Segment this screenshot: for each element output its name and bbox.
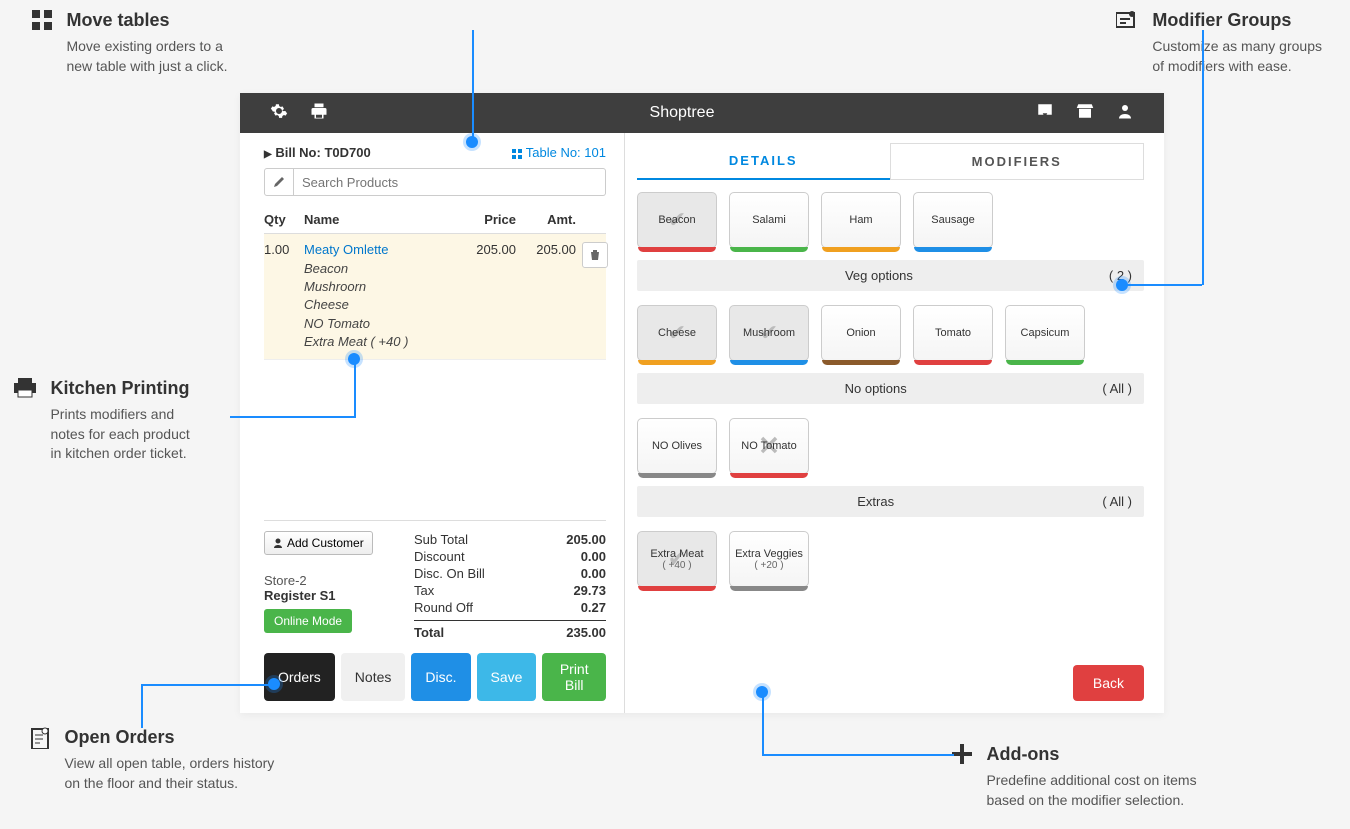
bill-number: ▶ Bill No: T0D700: [264, 145, 371, 160]
plus-icon: [952, 744, 972, 769]
print-icon[interactable]: [310, 102, 328, 125]
order-panel: ▶ Bill No: T0D700 Table No: 101 Qty Name…: [240, 133, 625, 713]
mod-group-meat: ✔Beacon Salami Ham Sausage: [637, 192, 1144, 248]
pos-app: Shoptree ▶ Bill No: T0D700 Table No: 101: [240, 93, 1164, 713]
register-name: Register S1: [264, 588, 394, 603]
totals: Sub Total205.00 Discount0.00 Disc. On Bi…: [414, 531, 606, 641]
mod-extra-meat[interactable]: ✔Extra Meat( +40 ): [637, 531, 717, 587]
callout-kitchen-printing: Kitchen Printing Prints modifiers andnot…: [14, 378, 190, 464]
mod-onion[interactable]: Onion: [821, 305, 901, 361]
edit-button[interactable]: [264, 168, 294, 196]
callout-move-tables: Move tables Move existing orders to anew…: [32, 10, 228, 76]
mod-salami[interactable]: Salami: [729, 192, 809, 248]
mod-ham[interactable]: Ham: [821, 192, 901, 248]
store-icon[interactable]: [1076, 102, 1094, 125]
order-row[interactable]: 1.00 Meaty Omlette Beacon Mushroorn Chee…: [264, 234, 606, 360]
notes-button[interactable]: Notes: [341, 653, 406, 701]
search-input[interactable]: [294, 168, 606, 196]
mod-cheese[interactable]: ✔Cheese: [637, 305, 717, 361]
mod-group-extras: ✔Extra Meat( +40 ) Extra Veggies( +20 ): [637, 531, 1144, 587]
callout-addons: Add-ons Predefine additional cost on ite…: [952, 744, 1197, 810]
tab-details[interactable]: DETAILS: [637, 143, 890, 180]
mod-group-veg: ✔Cheese ✔Mushroom Onion Tomato Capsicum: [637, 305, 1144, 361]
mod-sausage[interactable]: Sausage: [913, 192, 993, 248]
mod-extra-veggies[interactable]: Extra Veggies( +20 ): [729, 531, 809, 587]
callout-title: Modifier Groups: [1152, 10, 1322, 31]
user-icon[interactable]: [1116, 102, 1134, 125]
settings-icon[interactable]: [270, 102, 288, 125]
add-customer-button[interactable]: Add Customer: [264, 531, 373, 555]
mod-group-header-no: No options ( All ): [637, 373, 1144, 404]
callout-title: Add-ons: [986, 744, 1196, 765]
tab-modifiers[interactable]: MODIFIERS: [890, 143, 1145, 180]
mod-tomato[interactable]: Tomato: [913, 305, 993, 361]
modifier-icon: [1116, 10, 1138, 33]
document-icon: [30, 727, 50, 754]
callout-title: Open Orders: [64, 727, 274, 748]
delete-item-button[interactable]: [582, 242, 608, 268]
order-table-header: Qty Name Price Amt.: [264, 206, 606, 234]
callout-title: Kitchen Printing: [50, 378, 189, 399]
mod-no-tomato[interactable]: ✕NO Tomato: [729, 418, 809, 474]
order-modifiers: Beacon Mushroorn Cheese NO Tomato Extra …: [304, 260, 461, 351]
printer-icon: [14, 378, 36, 403]
save-button[interactable]: Save: [477, 653, 537, 701]
inbox-icon[interactable]: [1036, 102, 1054, 125]
top-bar: Shoptree: [240, 93, 1164, 133]
store-name: Store-2: [264, 573, 394, 588]
discount-button[interactable]: Disc.: [411, 653, 470, 701]
mod-beacon[interactable]: ✔Beacon: [637, 192, 717, 248]
mod-group-header-extras: Extras ( All ): [637, 486, 1144, 517]
callout-modifier-groups: Modifier Groups Customize as many groups…: [1116, 10, 1322, 76]
print-bill-button[interactable]: Print Bill: [542, 653, 606, 701]
product-link[interactable]: Meaty Omlette: [304, 242, 389, 257]
table-number-link[interactable]: Table No: 101: [512, 145, 606, 160]
mod-mushroom[interactable]: ✔Mushroom: [729, 305, 809, 361]
mod-capsicum[interactable]: Capsicum: [1005, 305, 1085, 361]
brand-title: Shoptree: [328, 104, 1036, 122]
mod-no-olives[interactable]: NO Olives: [637, 418, 717, 474]
orders-button[interactable]: Orders: [264, 653, 335, 701]
callout-title: Move tables: [66, 10, 227, 31]
online-mode-button[interactable]: Online Mode: [264, 609, 352, 633]
callout-open-orders: Open Orders View all open table, orders …: [30, 727, 274, 793]
mod-group-no: NO Olives ✕NO Tomato: [637, 418, 1144, 474]
back-button[interactable]: Back: [1073, 665, 1144, 701]
mod-group-header-veg: Veg options ( 2 ): [637, 260, 1144, 291]
grid-icon: [32, 10, 52, 35]
modifiers-panel: DETAILS MODIFIERS ✔Beacon Salami Ham Sau…: [625, 133, 1164, 713]
